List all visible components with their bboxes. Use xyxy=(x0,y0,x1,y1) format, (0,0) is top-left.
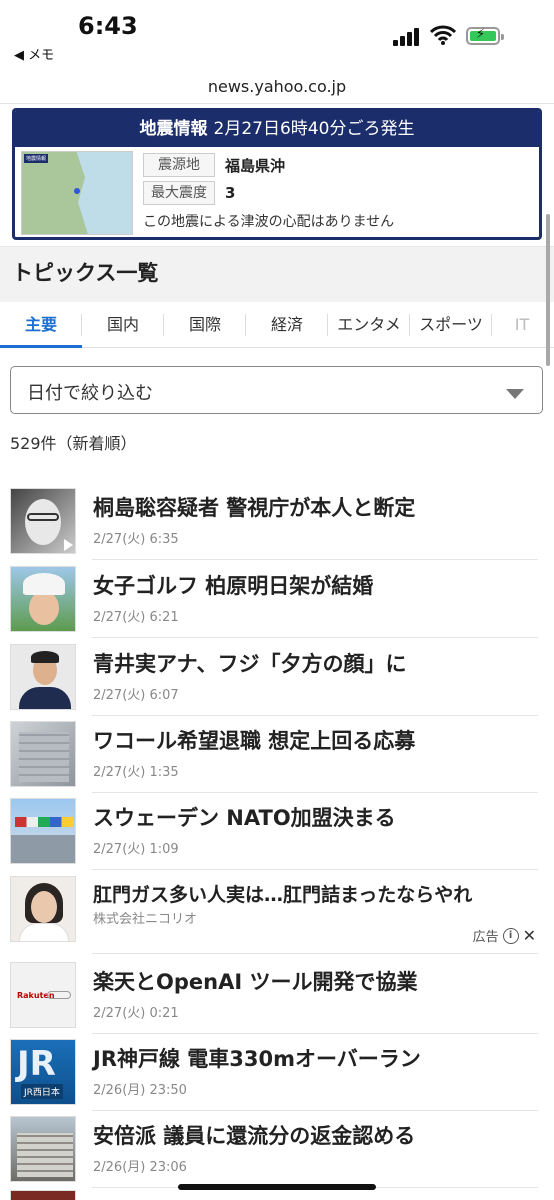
tsunami-note: この地震による津波の心配はありません xyxy=(143,214,395,230)
news-headline: JR神戸線 電車330mオーバーラン xyxy=(93,1047,421,1071)
date-filter-select[interactable]: 日付で絞り込む xyxy=(10,366,543,414)
news-date: 2/27(火) 6:21 xyxy=(93,610,179,625)
tab-world[interactable]: 国際 xyxy=(164,302,246,347)
news-thumbnail xyxy=(10,798,76,864)
news-headline: 青井実アナ、フジ「夕方の顔」に xyxy=(93,652,407,676)
news-item[interactable]: 安倍派 議員に還流分の返金認める 2/26(月) 23:06 xyxy=(0,1110,554,1188)
news-headline: 桐島聡容疑者 警視庁が本人と断定 xyxy=(93,496,416,520)
map-land xyxy=(22,152,89,234)
news-item[interactable]: 桐島聡容疑者 警視庁が本人と断定 2/27(火) 6:35 xyxy=(0,482,554,560)
tab-domestic[interactable]: 国内 xyxy=(82,302,164,347)
news-date: 2/27(火) 0:21 xyxy=(93,1006,179,1021)
news-date: 2/27(火) 6:35 xyxy=(93,532,179,547)
chevron-down-icon xyxy=(506,389,524,399)
news-headline: スウェーデン NATO加盟決まる xyxy=(93,806,396,830)
ad-headline: 肛門ガス多い人実は…肛門詰まったならやれ xyxy=(93,884,473,906)
map-tag: 地震情報 xyxy=(24,154,49,163)
news-headline: 女子ゴルフ 柏原明日架が結婚 xyxy=(93,574,374,598)
news-item[interactable]: 青井実アナ、フジ「夕方の顔」に 2/27(火) 6:07 xyxy=(0,638,554,716)
news-date: 2/26(月) 23:06 xyxy=(93,1160,187,1175)
earthquake-info-card[interactable]: 地震情報 2月27日6時40分ごろ発生 地震情報 震源地 福島県沖 最大震度 3 … xyxy=(12,108,542,240)
max-intensity-label: 最大震度 xyxy=(143,181,215,205)
quake-time: 2月27日6時40分ごろ発生 xyxy=(213,119,415,139)
status-time: 6:43 xyxy=(78,12,138,40)
result-count: 529件（新着順） xyxy=(10,434,137,453)
date-filter-label: 日付で絞り込む xyxy=(27,383,153,404)
intensity-row: 最大震度 3 xyxy=(143,181,235,205)
page-title: トピックス一覧 xyxy=(0,246,554,302)
scrollbar[interactable] xyxy=(546,214,550,366)
category-tabs: 主要 国内 国際 経済 エンタメ スポーツ IT xyxy=(0,302,554,348)
url-bar[interactable]: news.yahoo.co.jp xyxy=(0,70,554,104)
home-indicator[interactable] xyxy=(178,1184,376,1190)
quake-map[interactable]: 地震情報 xyxy=(21,151,133,235)
quake-title: 地震情報 xyxy=(139,119,208,139)
news-thumbnail xyxy=(10,488,76,554)
news-headline: 安倍派 議員に還流分の返金認める xyxy=(93,1124,416,1148)
video-play-icon xyxy=(64,539,73,551)
news-date: 2/27(火) 1:35 xyxy=(93,765,179,780)
news-thumbnail xyxy=(10,1190,76,1200)
ad-thumbnail xyxy=(10,876,76,942)
news-item[interactable]: 女子ゴルフ 柏原明日架が結婚 2/27(火) 6:21 xyxy=(0,560,554,638)
tab-sports[interactable]: スポーツ xyxy=(410,302,492,347)
max-intensity-value: 3 xyxy=(225,184,236,202)
news-date: 2/27(火) 6:07 xyxy=(93,688,179,703)
news-item[interactable]: スウェーデン NATO加盟決まる 2/27(火) 1:09 xyxy=(0,792,554,870)
news-thumbnail: JR JR西日本 xyxy=(10,1039,76,1105)
ad-label: 広告 i ✕ xyxy=(473,926,536,945)
ad-close-icon[interactable]: ✕ xyxy=(523,926,536,945)
ad-label-text: 広告 xyxy=(472,930,499,945)
tab-economy[interactable]: 経済 xyxy=(246,302,328,347)
tab-entertainment[interactable]: エンタメ xyxy=(328,302,410,347)
news-date: 2/26(月) 23:50 xyxy=(93,1083,187,1098)
news-headline: 楽天とOpenAI ツール開発で協業 xyxy=(93,970,418,994)
thumb-sub: JR西日本 xyxy=(21,1084,63,1099)
back-to-app-button[interactable]: ◀ メモ xyxy=(14,44,54,63)
wifi-icon xyxy=(430,25,456,45)
news-headline: ワコール希望退職 想定上回る応募 xyxy=(93,729,416,753)
cellular-signal-icon xyxy=(393,28,421,46)
url-text: news.yahoo.co.jp xyxy=(207,77,347,96)
news-item[interactable]: ワコール希望退職 想定上回る応募 2/27(火) 1:35 xyxy=(0,715,554,793)
news-thumbnail xyxy=(10,644,76,710)
news-item[interactable]: JR JR西日本 JR神戸線 電車330mオーバーラン 2/26(月) 23:50 xyxy=(0,1033,554,1111)
epicenter-label: 震源地 xyxy=(143,153,215,177)
ad-item[interactable]: 肛門ガス多い人実は…肛門詰まったならやれ 株式会社ニコリオ 広告 i ✕ xyxy=(0,870,554,954)
tab-main[interactable]: 主要 xyxy=(0,302,82,348)
news-thumbnail: Rakuten xyxy=(10,962,76,1028)
tab-it[interactable]: IT xyxy=(492,302,552,347)
quake-header: 地震情報 2月27日6時40分ごろ発生 xyxy=(15,111,539,147)
news-thumbnail xyxy=(10,1116,76,1182)
status-bar: 6:43 ◀ メモ ⚡ xyxy=(0,0,554,70)
news-item[interactable]: Rakuten 楽天とOpenAI ツール開発で協業 2/27(火) 0:21 xyxy=(0,956,554,1034)
news-thumbnail xyxy=(10,721,76,787)
epicenter-row: 震源地 福島県沖 xyxy=(143,153,285,177)
thumb-logo: JR xyxy=(17,1044,56,1084)
news-date: 2/27(火) 1:09 xyxy=(93,842,179,857)
battery-charging-icon: ⚡ xyxy=(466,27,504,45)
epicenter-marker-icon xyxy=(74,188,80,194)
ad-sponsor: 株式会社ニコリオ xyxy=(93,912,198,927)
ad-info-icon[interactable]: i xyxy=(502,927,519,944)
epicenter-value: 福島県沖 xyxy=(225,156,286,175)
news-thumbnail xyxy=(10,566,76,632)
